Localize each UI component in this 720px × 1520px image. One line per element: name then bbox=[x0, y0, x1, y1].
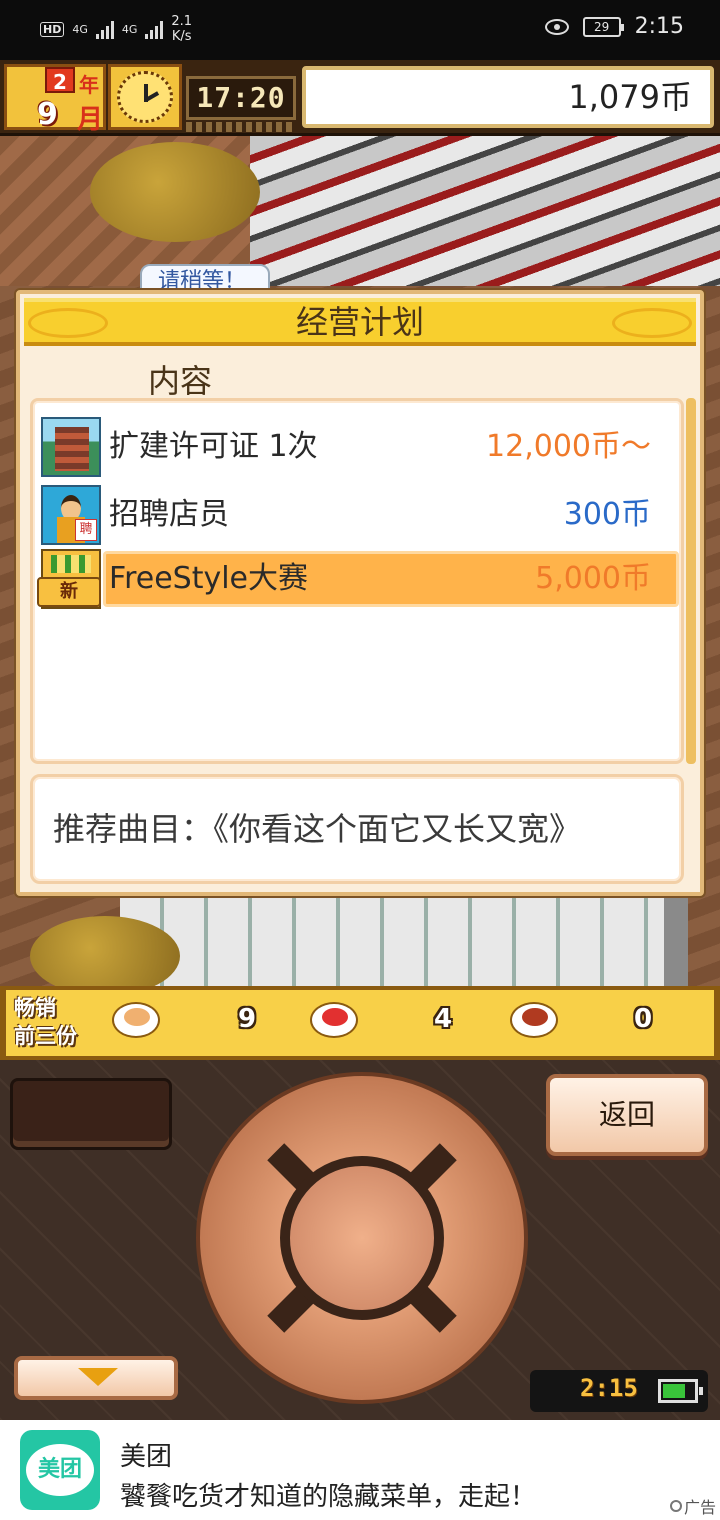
device-clock-time: 2:15 bbox=[580, 1374, 638, 1402]
plan-name: 招聘店员 bbox=[109, 497, 229, 532]
ad-subtitle: 饕餮吃货才知道的隐藏菜单，走起！ bbox=[120, 1482, 537, 1512]
device-clock: 2:15 bbox=[530, 1370, 708, 1412]
speed-value: 2.1 bbox=[171, 14, 193, 29]
hd-indicator: HD bbox=[40, 21, 65, 37]
ad-title: 美团 bbox=[120, 1442, 173, 1472]
month-value: 9 bbox=[37, 97, 58, 132]
plan-price: 300币 bbox=[563, 497, 651, 532]
plan-price: 5,000币 bbox=[535, 561, 651, 596]
speed-unit: K/s bbox=[171, 29, 192, 44]
left-slot bbox=[10, 1078, 172, 1150]
scene-building bbox=[250, 136, 720, 296]
recommendation-text: 推荐曲目：《你看这个面它又长又宽》 bbox=[30, 774, 684, 884]
dumpling-dish-icon bbox=[112, 1002, 160, 1038]
ad-tag-text: 广告 bbox=[683, 1498, 716, 1517]
dpad-left[interactable] bbox=[200, 1193, 290, 1283]
status-right: 29 2:15 bbox=[544, 14, 684, 39]
hud-decoration bbox=[186, 122, 296, 132]
calendar-panel: 2 年 9 月 bbox=[4, 64, 106, 135]
eye-comfort-icon bbox=[544, 18, 569, 35]
management-plan-dialog: 经营计划 内容 扩建许可证 1次 12,000币～ 聘 招聘店员 300币 新 … bbox=[16, 290, 704, 896]
year-unit: 年 bbox=[79, 73, 99, 97]
plan-list: 扩建许可证 1次 12,000币～ 聘 招聘店员 300币 新 FreeStyl… bbox=[30, 398, 684, 764]
battery-icon bbox=[658, 1379, 703, 1403]
signal-icon bbox=[145, 19, 164, 39]
dialog-header: 经营计划 bbox=[24, 298, 696, 346]
control-panel: 返回 2:15 bbox=[0, 1060, 720, 1420]
ad-label: 广告 bbox=[669, 1494, 716, 1518]
status-bar: HD 4G 4G 2.1 K/s 29 2:15 bbox=[0, 0, 720, 60]
scroll-down-button[interactable] bbox=[14, 1356, 178, 1400]
arrow-down-icon bbox=[78, 1368, 118, 1386]
staff-icon: 聘 bbox=[41, 485, 101, 545]
scene-pole bbox=[664, 896, 688, 988]
tree-icon bbox=[90, 142, 260, 242]
dpad-down[interactable] bbox=[317, 1310, 407, 1400]
meituan-logo-icon: 美团 bbox=[20, 1430, 100, 1510]
status-time: 2:15 bbox=[634, 14, 684, 39]
column-header: 内容 bbox=[148, 362, 213, 400]
dpad-right[interactable] bbox=[434, 1193, 524, 1283]
month-unit: 月 bbox=[77, 105, 104, 135]
plan-list-scrollbar[interactable] bbox=[686, 398, 696, 764]
chili-dish-icon bbox=[310, 1002, 358, 1038]
plan-price: 12,000币～ bbox=[486, 429, 651, 464]
plan-name: 扩建许可证 1次 bbox=[109, 429, 318, 464]
game-hud: 2 年 9 月 17:20 1,079币 bbox=[0, 60, 720, 136]
network-type-2: 4G bbox=[121, 22, 138, 36]
game-time: 17:20 bbox=[186, 76, 296, 120]
meat-dish-icon bbox=[510, 1002, 558, 1038]
dialog-title: 经营计划 bbox=[295, 303, 424, 341]
dish-count: 0 bbox=[630, 1004, 656, 1034]
plan-name: FreeStyle大赛 bbox=[109, 561, 309, 596]
status-left: HD 4G 4G 2.1 K/s bbox=[40, 14, 192, 44]
back-button[interactable]: 返回 bbox=[546, 1074, 708, 1156]
network-speed: 2.1 K/s bbox=[171, 14, 192, 44]
logo-text: 美团 bbox=[26, 1444, 94, 1496]
tree-icon bbox=[30, 916, 180, 988]
plan-item-expansion-permit[interactable]: 扩建许可证 1次 12,000币～ bbox=[33, 417, 681, 477]
dpad-up[interactable] bbox=[317, 1076, 407, 1166]
money-display: 1,079币 bbox=[302, 66, 714, 128]
plan-item-hire-staff[interactable]: 聘 招聘店员 300币 bbox=[33, 485, 681, 545]
year-value: 2 bbox=[45, 67, 75, 94]
tower-icon bbox=[41, 417, 101, 477]
hire-tag: 聘 bbox=[75, 519, 97, 541]
best-sellers-title-line2: 前三份 bbox=[14, 1024, 77, 1048]
ad-info-icon bbox=[669, 1500, 682, 1512]
dish-count: 9 bbox=[234, 1004, 260, 1034]
dpad-center-button[interactable] bbox=[280, 1156, 444, 1320]
best-sellers-bar: 畅销 前三份 9 4 0 bbox=[0, 986, 720, 1060]
ad-banner[interactable]: 美团 美团 饕餮吃货才知道的隐藏菜单，走起！ 广告 bbox=[0, 1420, 720, 1520]
plan-item-freestyle-contest[interactable]: 新 FreeStyle大赛 5,000币 bbox=[33, 549, 681, 609]
clock-icon bbox=[117, 71, 173, 123]
signal-icon bbox=[95, 19, 114, 39]
new-badge: 新 bbox=[37, 577, 101, 607]
network-type-1: 4G bbox=[72, 22, 88, 36]
dish-count: 4 bbox=[430, 1004, 456, 1034]
dpad[interactable] bbox=[196, 1072, 528, 1404]
best-sellers-title: 畅销 前三份 bbox=[14, 994, 86, 1050]
best-sellers-title-line1: 畅销 bbox=[14, 996, 56, 1020]
clock-panel bbox=[108, 64, 182, 130]
battery-icon: 29 bbox=[582, 16, 624, 37]
